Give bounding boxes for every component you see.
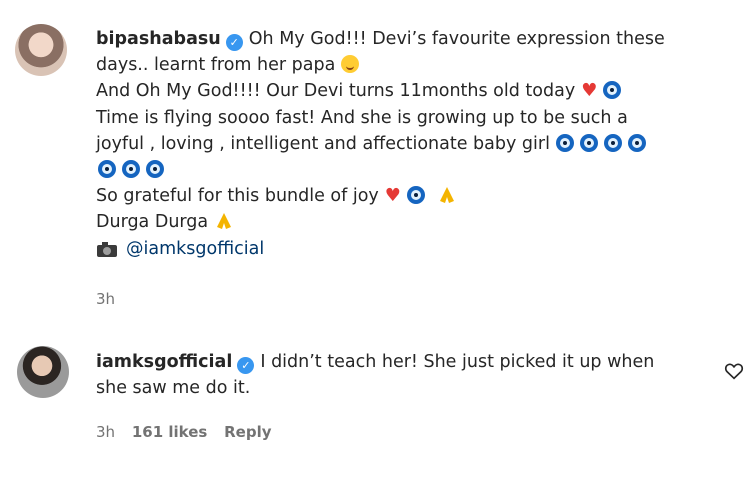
comment-text: Oh My God!!! Devi’s favourite expression… <box>248 29 665 49</box>
evil-eye-emoji-icon <box>627 133 646 152</box>
verified-badge-icon: ✓ <box>237 357 255 374</box>
folded-hands-emoji-icon <box>439 187 454 204</box>
comment-text: And Oh My God!!!! Our Devi turns 11month… <box>96 81 576 102</box>
likes-count[interactable]: 161 likes <box>132 423 208 441</box>
comment-text: So grateful for this bundle of joy <box>96 186 379 207</box>
comment-text: days.. learnt from her papa <box>96 55 336 76</box>
avatar-bipashabasu[interactable] <box>15 24 67 76</box>
comment-text: Time is flying soooo fast! And she is gr… <box>96 107 628 128</box>
comment-line-5: joyful , loving , intelligent and affect… <box>96 131 706 157</box>
evil-eye-emoji-icon <box>603 81 622 100</box>
comment-text: joyful , loving , intelligent and affect… <box>96 133 550 154</box>
comment-line-2: she saw me do it. <box>96 375 706 401</box>
evil-eye-emoji-icon <box>98 159 116 178</box>
comment-meta: 3h 161 likes Reply <box>96 423 284 441</box>
comment-line-4: Time is flying soooo fast! And she is gr… <box>96 105 706 131</box>
evil-eye-emoji-icon <box>555 133 574 152</box>
folded-hands-emoji-icon <box>217 213 232 230</box>
mention-link[interactable]: @iamksgofficial <box>126 239 264 259</box>
evil-eye-emoji-icon <box>603 133 622 152</box>
username[interactable]: bipashabasu <box>96 29 221 49</box>
comment-text: I didn’t teach her! She just picked it u… <box>260 352 655 372</box>
comment-meta: 3h <box>96 290 127 308</box>
comment-line-8: Durga Durga <box>96 209 706 235</box>
comment-line-1: iamksgofficial ✓ I didn’t teach her! She j… <box>96 349 706 375</box>
evil-eye-emoji-icon <box>122 159 140 178</box>
username[interactable]: iamksgofficial <box>96 352 232 372</box>
comment-time: 3h <box>96 290 116 308</box>
laughing-face-emoji-icon <box>341 55 360 74</box>
comment-line-2: days.. learnt from her papa <box>96 52 706 78</box>
comment-line-9: @iamksgofficial <box>96 236 706 262</box>
comment-text: Durga Durga <box>96 212 209 233</box>
comment-line-6 <box>96 157 706 183</box>
camera-emoji-icon <box>97 241 117 257</box>
avatar-iamksgofficial[interactable] <box>17 346 69 398</box>
comment-line-3: And Oh My God!!!! Our Devi turns 11month… <box>96 78 706 104</box>
heart-outline-icon[interactable] <box>723 360 745 382</box>
evil-eye-emoji-icon <box>406 186 425 205</box>
comment-body: iamksgofficial ✓ I didn’t teach her! She j… <box>96 349 706 401</box>
comment-body: bipashabasu ✓ Oh My God!!! Devi’s favourit… <box>96 26 706 262</box>
verified-badge-icon: ✓ <box>225 34 243 51</box>
comment-line-1: bipashabasu ✓ Oh My God!!! Devi’s favourit… <box>96 26 706 52</box>
reply-button[interactable]: Reply <box>224 423 271 441</box>
comment-line-7: So grateful for this bundle of joy ♥ <box>96 183 706 209</box>
comment-time: 3h <box>96 423 116 441</box>
comment-text: she saw me do it. <box>96 378 251 399</box>
evil-eye-emoji-icon <box>146 159 164 178</box>
red-heart-emoji-icon: ♥ <box>581 80 598 102</box>
red-heart-emoji-icon: ♥ <box>384 185 401 207</box>
evil-eye-emoji-icon <box>579 133 598 152</box>
